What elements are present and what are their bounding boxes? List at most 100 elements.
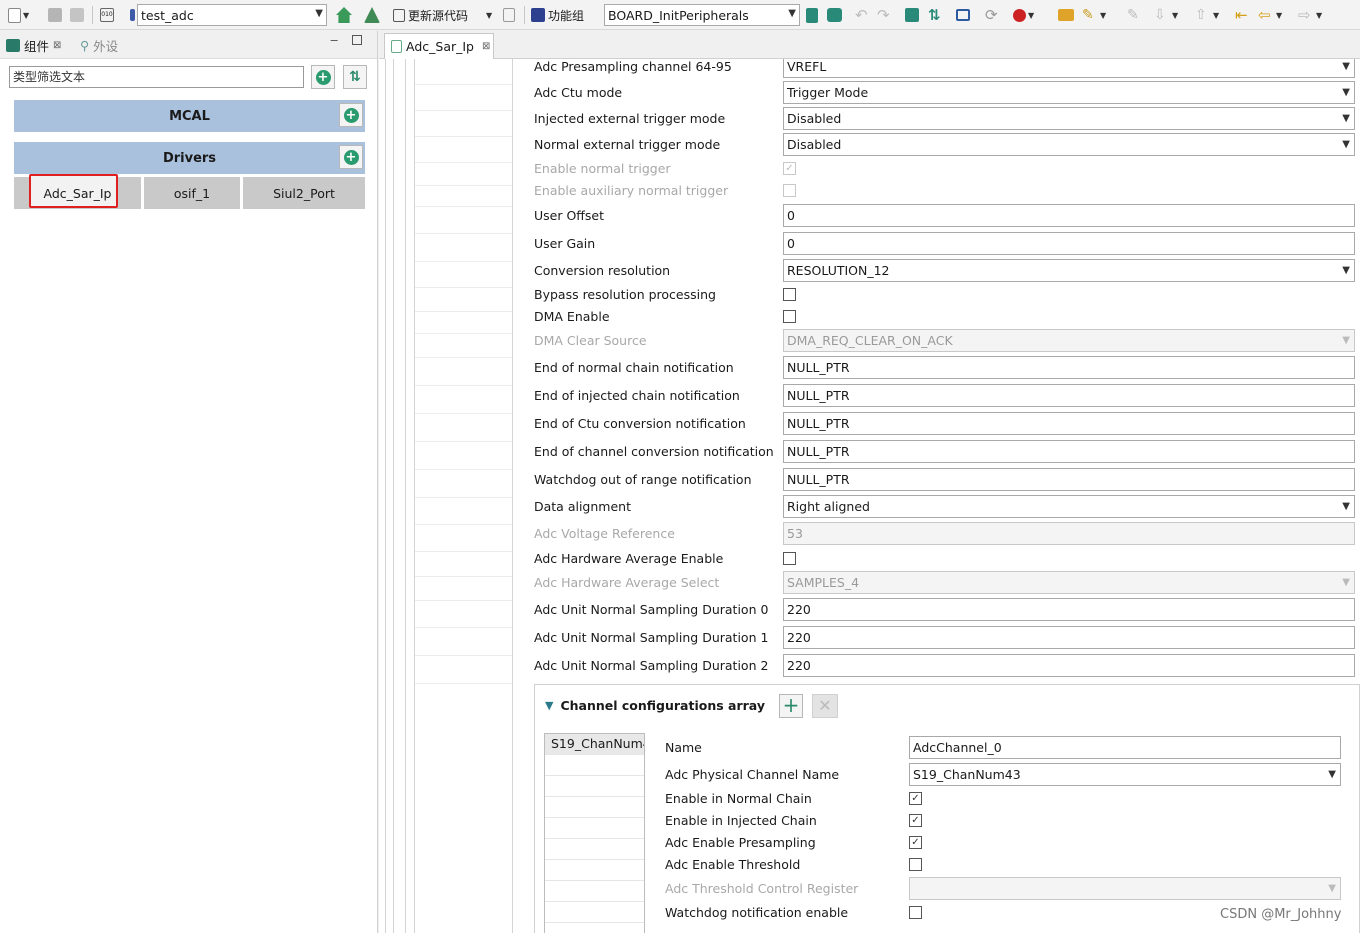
component-siul2-port[interactable]: Siul2_Port [243,177,365,209]
property-text-field[interactable]: NULL_PTR [783,412,1355,435]
property-text-field[interactable]: 53 [783,522,1355,545]
channel-property-select[interactable]: ▼ [909,877,1341,900]
channel-property-checkbox[interactable] [909,906,922,919]
update-code-button[interactable]: 更新源代码 [393,5,468,25]
channel-list-item[interactable] [545,818,644,839]
add-mcal-button[interactable]: + [339,103,363,127]
function-group-combo[interactable]: BOARD_InitPeripherals ▼ [604,4,800,26]
property-checkbox[interactable] [783,552,796,565]
property-text-field[interactable]: NULL_PTR [783,440,1355,463]
project-combo-value: test_adc [141,7,194,23]
add-component-button[interactable]: + [311,65,335,89]
open-folder-button[interactable] [1058,5,1074,25]
maximize-button[interactable] [352,35,362,45]
binary-button[interactable]: 010 [100,5,114,25]
channel-list-item[interactable] [545,797,644,818]
channel-property-select[interactable]: S19_ChanNum43 ▼ [909,763,1341,786]
save-all-button[interactable] [70,5,84,25]
group-drivers[interactable]: Drivers + [14,142,365,174]
component-adc-sar-ip[interactable]: Adc_Sar_Ip [14,174,141,209]
property-select[interactable]: SAMPLES_4 ▼ [783,571,1355,594]
project-combo[interactable]: test_adc ▼ [137,4,327,26]
channel-list-item[interactable]: S19_ChanNum4 [545,734,644,755]
channel-list-item[interactable] [545,755,644,776]
property-text-field[interactable]: NULL_PTR [783,468,1355,491]
debug-button[interactable]: ▼ [1013,5,1034,25]
remove-channel-button[interactable]: ✕ [812,694,838,718]
property-text-field[interactable]: NULL_PTR [783,356,1355,379]
property-select[interactable]: VREFL ▼ [783,59,1355,78]
property-text-field[interactable]: 0 [783,232,1355,255]
wand-icon: ✎ [1082,7,1094,23]
channel-list-item[interactable] [545,923,644,933]
property-select[interactable]: RESOLUTION_12 ▼ [783,259,1355,282]
group-mcal[interactable]: MCAL + [14,100,365,132]
channel-property-value: S19_ChanNum43 [913,767,1021,782]
property-select[interactable]: DMA_REQ_CLEAR_ON_ACK ▼ [783,329,1355,352]
channel-list-item[interactable] [545,839,644,860]
refresh-button[interactable]: ⟳ [985,5,1001,25]
comment-button[interactable] [827,5,842,25]
close-icon[interactable]: ⊠ [53,40,61,51]
property-label: End of injected chain notification [534,388,740,403]
save-button[interactable] [48,5,62,25]
sort-components-button[interactable]: ⇅ [343,65,367,89]
channel-property-checkbox[interactable] [909,858,922,871]
property-checkbox[interactable] [783,310,796,323]
tab-adc-sar-ip[interactable]: Adc_Sar_Ip ⊠ [384,33,494,59]
property-text-field[interactable]: 220 [783,626,1355,649]
back-button[interactable]: ⇦ ▼ [1258,5,1282,25]
edit-button[interactable]: ✎ [1127,5,1143,25]
channel-list-item[interactable] [545,776,644,797]
channel-property-checkbox[interactable]: ✓ [909,792,922,805]
property-select[interactable]: Disabled ▼ [783,107,1355,130]
channel-section-header[interactable]: ▼ Channel configurations array [545,698,765,713]
channel-list-item[interactable] [545,860,644,881]
tab-peripherals[interactable]: ⚲ 外设 [80,36,118,55]
channel-property-text-field[interactable]: AdcChannel_0 [909,736,1341,759]
redo-button[interactable]: ↷ [877,5,893,25]
flag-button[interactable] [806,5,818,25]
property-label: Adc Unit Normal Sampling Duration 2 [534,658,769,673]
property-checkbox[interactable]: ✓ [783,162,796,175]
channel-property-checkbox[interactable]: ✓ [909,814,922,827]
tools-button[interactable]: ✎ ▼ [1082,5,1106,25]
property-text-field[interactable]: NULL_PTR [783,384,1355,407]
channel-property-checkbox[interactable]: ✓ [909,836,922,849]
add-channel-button[interactable]: + [779,694,803,718]
property-checkbox[interactable] [783,288,796,301]
property-select[interactable]: Disabled ▼ [783,133,1355,156]
property-text-field[interactable]: 220 [783,598,1355,621]
last-edit-button[interactable]: ⇤ [1235,5,1251,25]
undo-button[interactable]: ↶ [855,5,871,25]
code-preview-button[interactable] [503,5,515,25]
channel-property-label: Adc Threshold Control Register [665,881,859,896]
channel-list-item[interactable] [545,902,644,923]
home-button[interactable] [336,5,352,25]
minimize-button[interactable]: ‒ [330,33,338,48]
component-osif-1[interactable]: osif_1 [144,177,240,209]
property-select[interactable]: Trigger Mode ▼ [783,81,1355,104]
function-group-button[interactable]: 功能组 [531,5,584,25]
forward-button[interactable]: ⇨ ▼ [1298,5,1322,25]
monitor-icon [956,9,970,21]
property-text-field[interactable]: 0 [783,204,1355,227]
filter-input[interactable]: 类型筛选文本 [9,66,304,88]
home-icon [336,7,352,23]
add-drivers-button[interactable]: + [339,145,363,169]
upload-button[interactable]: ⇧ ▼ [1195,5,1219,25]
download-icon: ⇩ [1154,7,1166,23]
channel-list-item[interactable] [545,881,644,902]
close-icon[interactable]: ⊠ [482,41,490,52]
download-button[interactable]: ⇩ ▼ [1154,5,1178,25]
update-code-dropdown[interactable]: ▼ [484,5,492,25]
sort-button[interactable]: ⇅ [928,5,944,25]
property-text-field[interactable]: 220 [783,654,1355,677]
warning-button[interactable] [364,5,380,25]
tab-components[interactable]: 组件 ⊠ [6,36,61,55]
monitor-button[interactable] [956,5,970,25]
property-checkbox[interactable] [783,184,796,197]
new-menu-button[interactable]: ▼ [8,5,29,25]
plugin-button[interactable] [905,5,919,25]
property-select[interactable]: Right aligned ▼ [783,495,1355,518]
